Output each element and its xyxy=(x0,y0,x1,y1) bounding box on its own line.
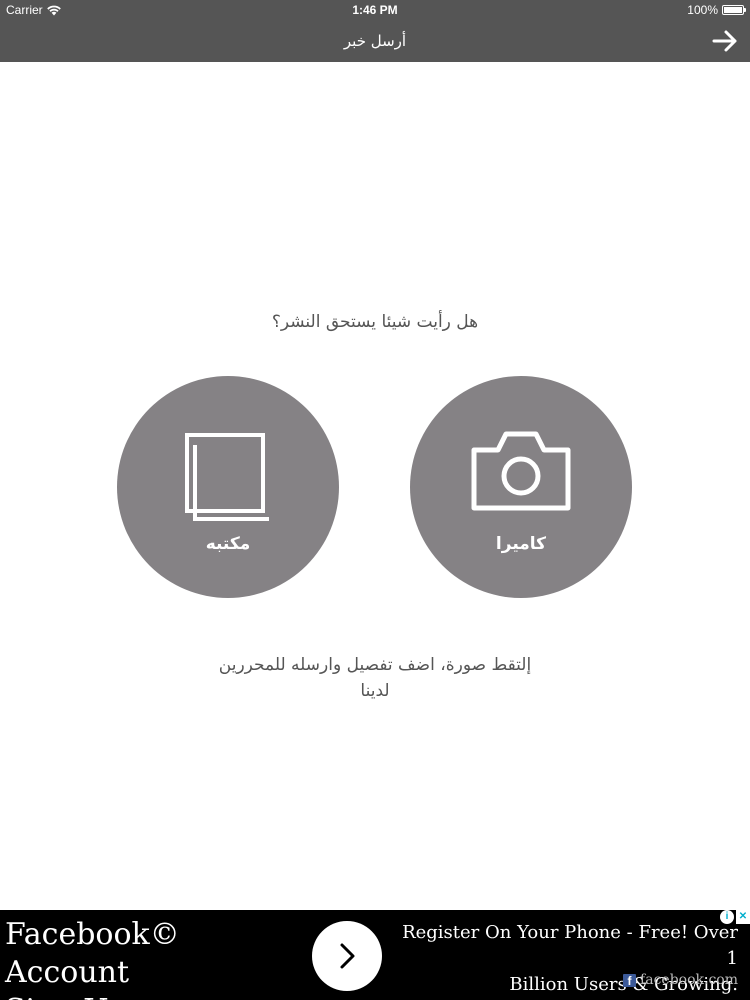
camera-button[interactable]: كاميرا xyxy=(410,376,632,598)
camera-icon xyxy=(471,431,571,511)
ad-banner[interactable]: Facebook© Account Sign Up » Register On … xyxy=(0,910,750,1000)
status-battery: 100% xyxy=(687,3,746,17)
ad-source: f facebook.com xyxy=(623,972,738,988)
ad-source-label: facebook.com xyxy=(640,972,738,988)
photo-library-icon xyxy=(185,433,269,521)
status-bar: Carrier 1:46 PM 100% xyxy=(0,0,750,20)
instructions-text: إلتقط صورة، اضف تفصيل وارسله للمحررين لد… xyxy=(180,652,570,704)
library-label: مكتبه xyxy=(205,534,251,554)
ad-headline-line-2: Sign Up » xyxy=(5,992,305,1000)
ad-headline-line-1: Facebook© Account xyxy=(5,917,180,990)
chevron-right-icon xyxy=(340,943,355,969)
nav-bar: أرسل خبر xyxy=(0,20,750,62)
status-time: 1:46 PM xyxy=(352,3,398,17)
camera-label: كاميرا xyxy=(495,534,547,554)
ad-choices: i ✕ xyxy=(720,910,750,924)
facebook-icon: f xyxy=(623,973,637,988)
battery-icon xyxy=(722,5,746,15)
instructions-line-1: إلتقط صورة، اضف تفصيل وارسله للمحررين xyxy=(218,655,532,675)
battery-percent: 100% xyxy=(687,3,718,17)
ad-body-line-1: Register On Your Phone - Free! Over 1 xyxy=(402,922,738,969)
ad-headline: Facebook© Account Sign Up » xyxy=(5,916,305,1000)
library-button[interactable]: مكتبه xyxy=(117,376,339,598)
screen: Carrier 1:46 PM 100% أرسل خبر هل رأيت شي… xyxy=(0,0,750,1000)
info-icon[interactable]: i xyxy=(720,910,734,924)
prompt-text: هل رأيت شيئا يستحق النشر؟ xyxy=(271,312,479,332)
nav-title: أرسل خبر xyxy=(343,32,407,50)
back-button[interactable] xyxy=(708,26,742,56)
arrow-right-icon xyxy=(712,30,737,52)
close-icon[interactable]: ✕ xyxy=(736,910,750,924)
instructions-line-2: لدينا xyxy=(360,681,390,701)
ad-arrow-button[interactable] xyxy=(312,921,382,991)
